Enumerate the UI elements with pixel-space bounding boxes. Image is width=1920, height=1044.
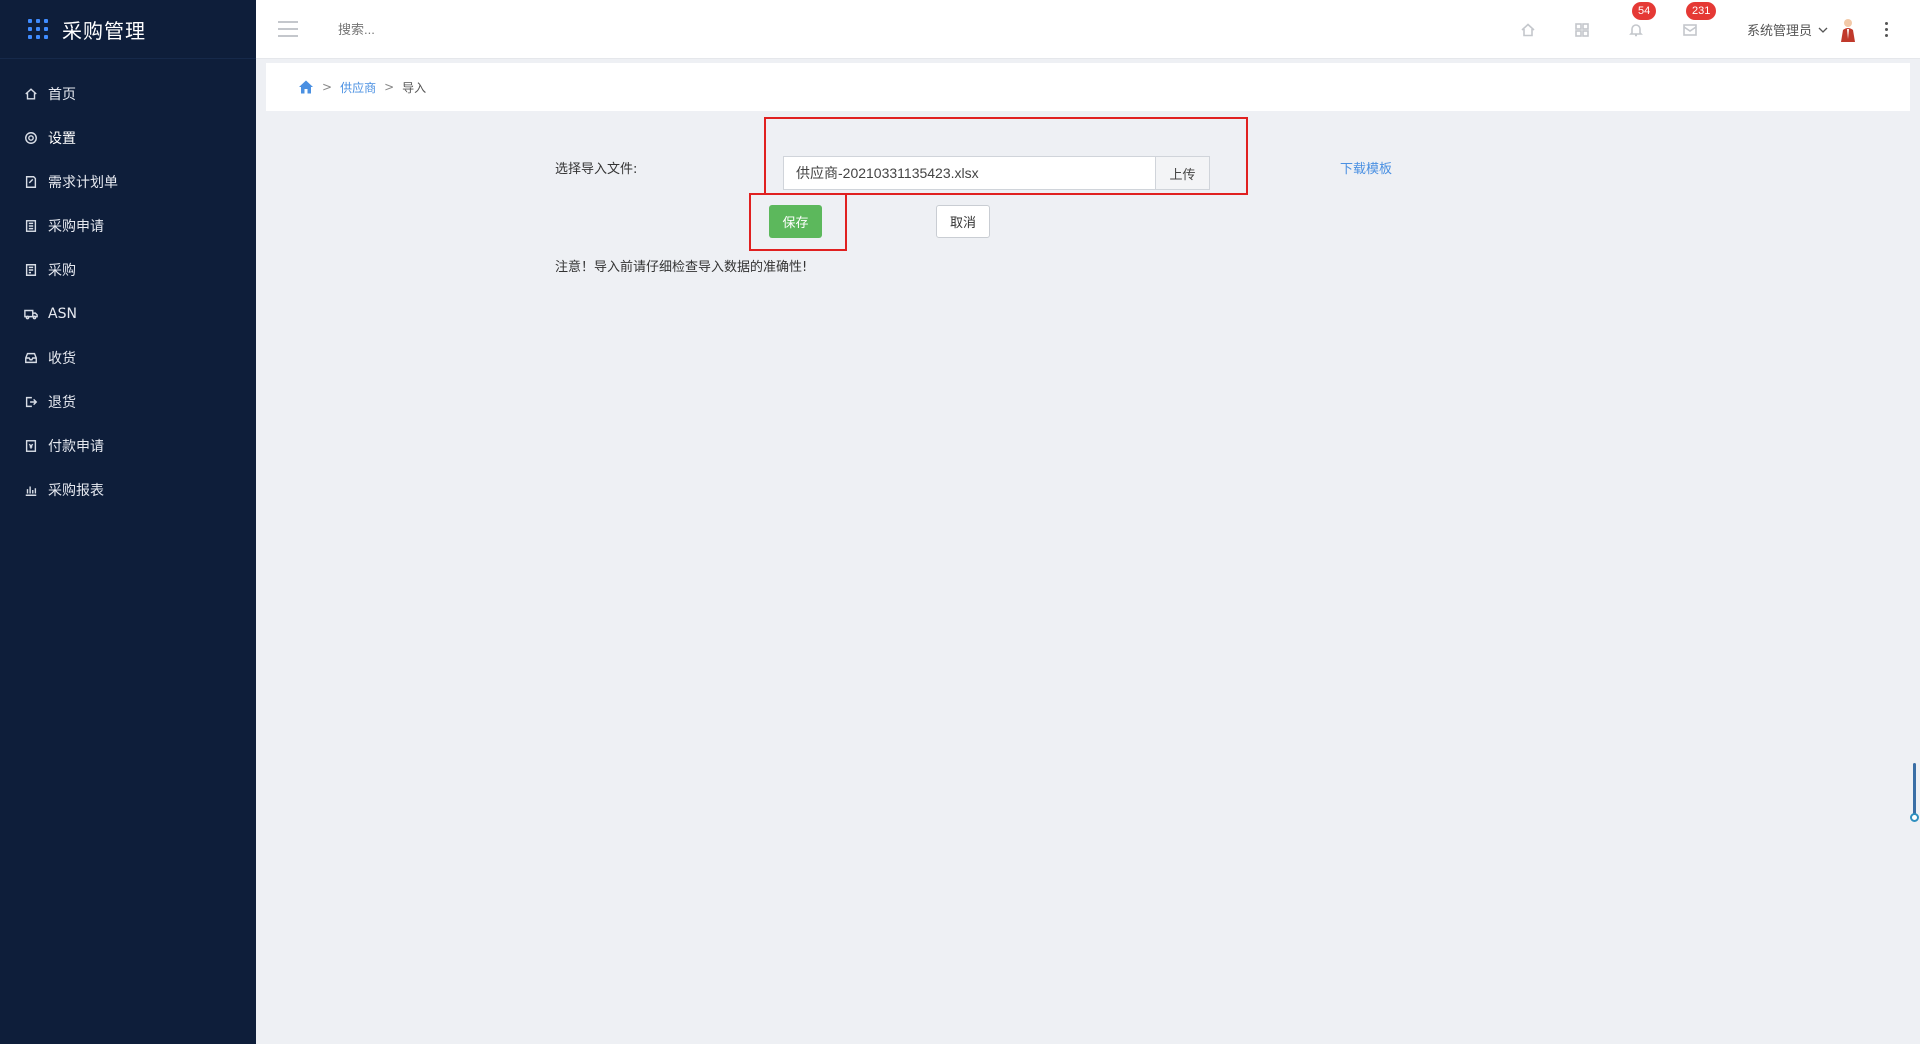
top-header: 54 231 系统管理员	[256, 0, 1920, 59]
sidebar-item-label: 收货	[48, 351, 76, 367]
sidebar-item-label: 采购申请	[48, 219, 104, 235]
truck-icon	[24, 307, 38, 321]
sidebar-item-label: 采购报表	[48, 483, 104, 499]
bell-icon[interactable]: 54	[1624, 1, 1657, 42]
list-document-icon	[24, 263, 38, 277]
sign-out-icon	[24, 395, 38, 409]
more-options-icon[interactable]	[1876, 22, 1896, 37]
sidebar-item-label: 采购	[48, 263, 76, 279]
sidebar-item-demand-plan[interactable]: 需求计划单	[0, 160, 256, 204]
chevron-down-icon	[1818, 27, 1828, 33]
highlight-box-file	[764, 117, 1248, 195]
sidebar-item-settings[interactable]: 设置	[0, 116, 256, 160]
menu-toggle-icon[interactable]	[278, 21, 298, 37]
search-input[interactable]	[338, 21, 558, 37]
user-menu[interactable]: 系统管理员	[1747, 17, 1858, 43]
breadcrumb: > 供应商 > 导入	[266, 63, 1910, 111]
header-actions: 54 231 系统管理员	[1501, 0, 1920, 59]
sidebar-item-purchase[interactable]: 采购	[0, 248, 256, 292]
breadcrumb-link-suppliers[interactable]: 供应商	[340, 79, 376, 96]
clipboard-icon	[24, 219, 38, 233]
breadcrumb-home-icon[interactable]	[298, 79, 314, 95]
file-label: 选择导入文件:	[555, 162, 638, 177]
import-notice: 注意！导入前请仔细检查导入数据的准确性!	[555, 260, 808, 275]
inbox-icon	[24, 351, 38, 365]
home-icon	[24, 87, 38, 101]
breadcrumb-separator: >	[384, 80, 395, 94]
apps-grid-icon	[28, 19, 48, 39]
avatar	[1841, 18, 1855, 42]
sidebar-item-receiving[interactable]: 收货	[0, 336, 256, 380]
gear-icon	[24, 131, 38, 145]
sidebar-item-purchase-report[interactable]: 采购报表	[0, 468, 256, 512]
messages-badge: 231	[1685, 1, 1717, 20]
bar-chart-icon	[24, 483, 38, 497]
sidebar-item-label: 设置	[48, 131, 76, 147]
highlight-box-save	[749, 193, 847, 251]
message-icon[interactable]: 231	[1678, 1, 1717, 42]
apps-icon[interactable]	[1570, 18, 1594, 42]
user-name: 系统管理员	[1746, 24, 1812, 39]
sidebar-item-purchase-request[interactable]: 采购申请	[0, 204, 256, 248]
payment-document-icon	[24, 439, 38, 453]
sidebar-item-home[interactable]: 首页	[0, 72, 256, 116]
sidebar-item-label: 付款申请	[48, 439, 104, 455]
sidebar-item-label: 需求计划单	[48, 175, 118, 191]
sidebar-item-returns[interactable]: 退货	[0, 380, 256, 424]
edit-document-icon	[24, 175, 38, 189]
brand: 采购管理	[0, 0, 256, 59]
sidebar-item-payment-request[interactable]: 付款申请	[0, 424, 256, 468]
notifications-badge: 54	[1631, 1, 1657, 20]
scroll-indicator[interactable]	[1908, 763, 1920, 823]
sidebar: 采购管理 首页 设置 需求计划单 采购申请 采购 ASN 收货 退货 付款申请 …	[0, 0, 256, 1044]
sidebar-item-asn[interactable]: ASN	[0, 292, 256, 336]
app-title: 采购管理	[62, 18, 146, 43]
sidebar-item-label: 退货	[48, 395, 76, 411]
sidebar-item-label: ASN	[48, 306, 77, 322]
home-shortcut-icon[interactable]	[1516, 18, 1540, 42]
download-template-link[interactable]: 下载模板	[1340, 158, 1392, 177]
sidebar-item-label: 首页	[48, 87, 76, 103]
cancel-button[interactable]: 取消	[936, 205, 990, 238]
breadcrumb-separator: >	[322, 80, 333, 94]
breadcrumb-current: 导入	[402, 80, 427, 95]
sidebar-menu: 首页 设置 需求计划单 采购申请 采购 ASN 收货 退货 付款申请 采购报表	[0, 72, 256, 512]
